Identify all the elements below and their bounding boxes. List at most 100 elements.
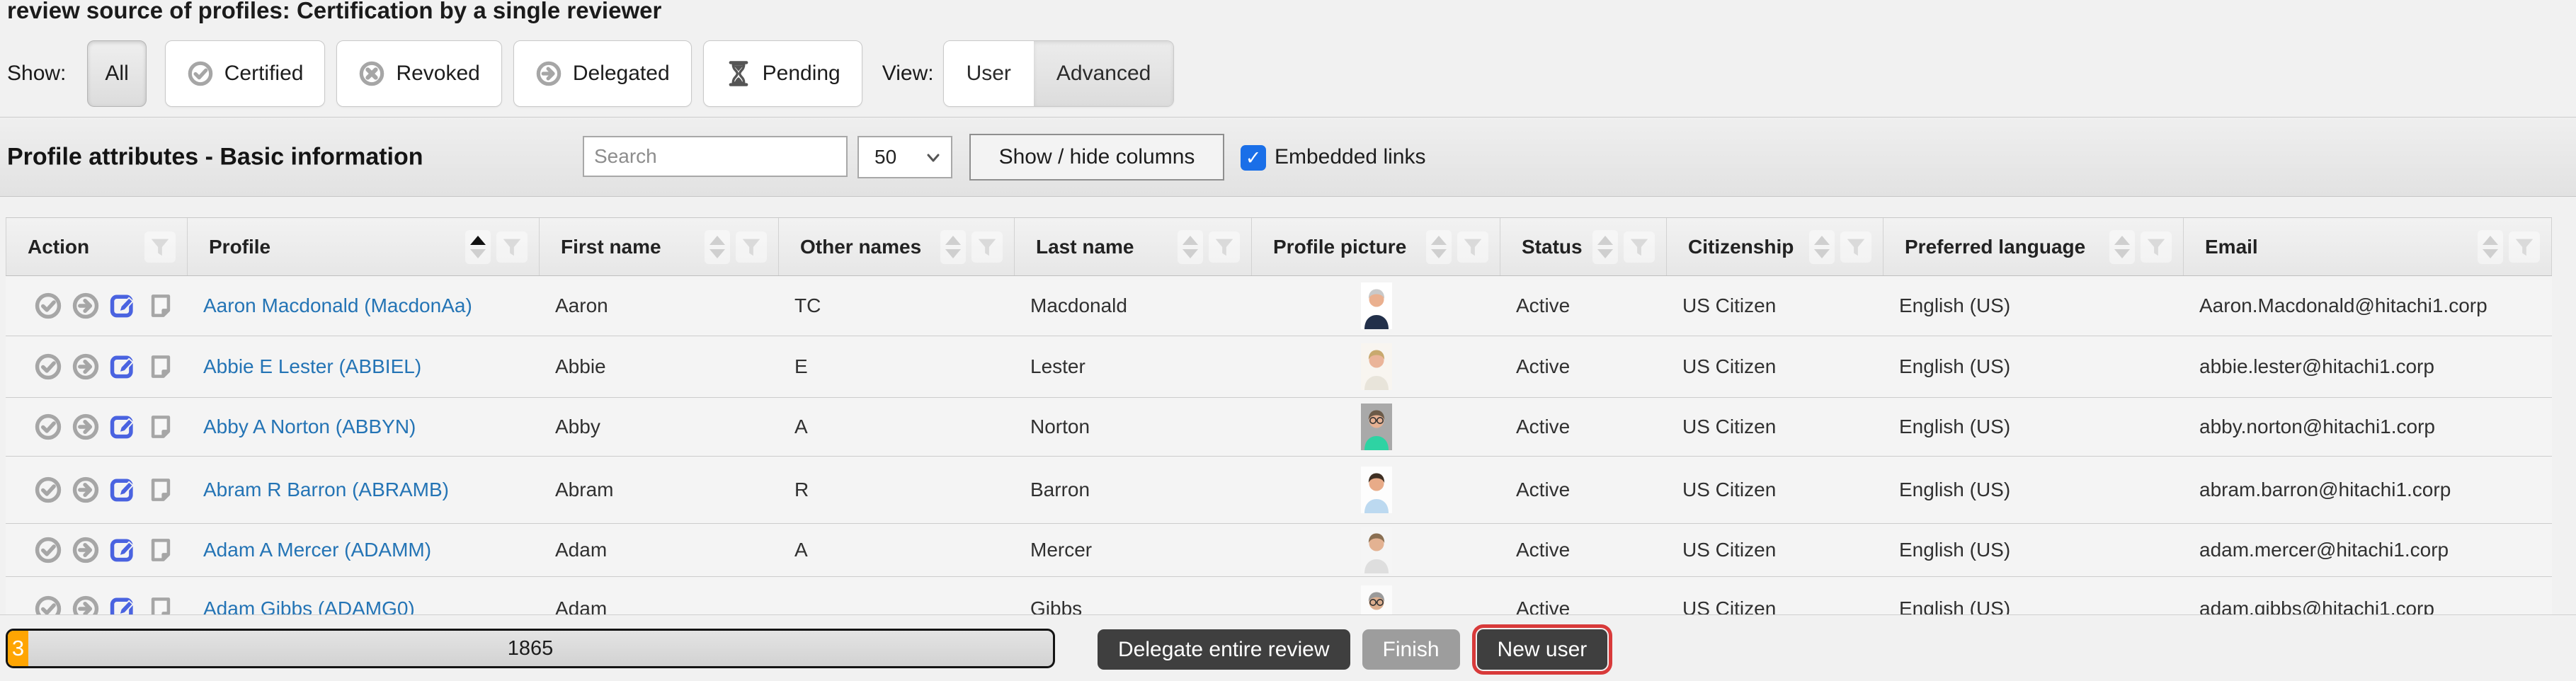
progress-done-segment: 3	[8, 631, 28, 666]
email-value: abby.norton@hitachi1.corp	[2199, 416, 2435, 438]
certify-icon[interactable]	[34, 353, 62, 381]
sort-toggle-icon[interactable]	[1426, 230, 1452, 264]
view-advanced-button[interactable]: Advanced	[1034, 41, 1173, 106]
new-user-button[interactable]: New user	[1477, 629, 1608, 670]
sort-toggle-icon[interactable]	[1809, 230, 1835, 264]
footer-buttons: Delegate entire review Finish New user	[1098, 629, 1607, 670]
page-size-value: 50	[874, 146, 896, 168]
action-cell	[6, 524, 188, 576]
filter-funnel-icon[interactable]	[971, 231, 1003, 263]
sort-toggle-icon[interactable]	[465, 230, 491, 264]
x-circle-icon	[358, 60, 385, 87]
filter-funnel-icon[interactable]	[2141, 231, 2172, 263]
sort-toggle-icon[interactable]	[940, 230, 966, 264]
page-size-select[interactable]: 50	[857, 136, 952, 178]
last-value: Lester	[1030, 355, 1085, 378]
edit-icon[interactable]	[109, 413, 137, 441]
column-header-first-name[interactable]: First name	[540, 218, 779, 275]
filter-certified-button[interactable]: Certified	[165, 40, 326, 107]
column-header-status[interactable]: Status	[1500, 218, 1667, 275]
column-header-profile[interactable]: Profile	[188, 218, 540, 275]
status-cell: Active	[1500, 398, 1667, 456]
filter-delegated-button[interactable]: Delegated	[513, 40, 692, 107]
language-value: English (US)	[1899, 539, 2010, 561]
last-value: Norton	[1030, 416, 1090, 438]
profile-link[interactable]: Abby A Norton (ABBYN)	[203, 416, 416, 438]
sort-toggle-icon[interactable]	[1178, 230, 1203, 264]
embedded-links-checkbox[interactable]	[1241, 145, 1266, 171]
profile-link[interactable]: Aaron Macdonald (MacdonAa)	[203, 294, 472, 317]
note-icon[interactable]	[147, 413, 175, 441]
certify-icon[interactable]	[34, 413, 62, 441]
column-header-email[interactable]: Email	[2184, 218, 2552, 275]
certify-icon[interactable]	[34, 292, 62, 320]
status-cell: Active	[1500, 524, 1667, 576]
show-hide-columns-button[interactable]: Show / hide columns	[969, 134, 1224, 181]
certify-icon[interactable]	[34, 476, 62, 504]
edit-icon[interactable]	[109, 353, 137, 381]
filter-funnel-icon[interactable]	[736, 231, 767, 263]
last-cell: Lester	[1015, 336, 1252, 397]
edit-icon[interactable]	[109, 536, 137, 564]
filter-funnel-icon[interactable]	[144, 231, 176, 263]
column-header-action[interactable]: Action	[6, 218, 188, 275]
status-cell: Active	[1500, 276, 1667, 336]
sort-toggle-icon[interactable]	[2109, 230, 2135, 264]
filter-bar: Show: AllCertifiedRevokedDelegatedPendin…	[0, 34, 1174, 113]
column-header-other-names[interactable]: Other names	[779, 218, 1015, 275]
sort-toggle-icon[interactable]	[705, 230, 730, 264]
view-user-button[interactable]: User	[944, 41, 1034, 106]
table-toolbar: Profile attributes - Basic information 5…	[0, 117, 2576, 197]
language-cell: English (US)	[1883, 336, 2184, 397]
delegate-icon[interactable]	[72, 413, 100, 441]
column-header-profile-picture[interactable]: Profile picture	[1252, 218, 1500, 275]
filter-funnel-icon[interactable]	[1624, 231, 1655, 263]
filter-funnel-icon[interactable]	[1457, 231, 1488, 263]
profile-link[interactable]: Abram R Barron (ABRAMB)	[203, 479, 449, 501]
delegate-icon[interactable]	[72, 353, 100, 381]
note-icon[interactable]	[147, 536, 175, 564]
action-cell	[6, 336, 188, 397]
avatar	[1361, 527, 1392, 573]
email-value: abbie.lester@hitachi1.corp	[2199, 355, 2434, 378]
column-header-last-name[interactable]: Last name	[1015, 218, 1252, 275]
status-value: Active	[1516, 539, 1570, 561]
table-body: Aaron Macdonald (MacdonAa) Aaron TC Macd…	[6, 276, 2552, 641]
email-value: abram.barron@hitachi1.corp	[2199, 479, 2451, 501]
delegate-icon[interactable]	[72, 292, 100, 320]
profile-link[interactable]: Adam A Mercer (ADAMM)	[203, 539, 431, 561]
delegate-icon[interactable]	[72, 476, 100, 504]
filter-revoked-button[interactable]: Revoked	[336, 40, 501, 107]
column-label: Profile	[209, 236, 270, 258]
certify-icon[interactable]	[34, 536, 62, 564]
edit-icon[interactable]	[109, 476, 137, 504]
column-header-citizenship[interactable]: Citizenship	[1667, 218, 1883, 275]
sort-toggle-icon[interactable]	[1592, 230, 1618, 264]
delegate-entire-review-button[interactable]: Delegate entire review	[1098, 629, 1350, 670]
filter-all-button[interactable]: All	[87, 40, 146, 107]
status-cell: Active	[1500, 457, 1667, 523]
note-icon[interactable]	[147, 353, 175, 381]
first-value: Adam	[555, 539, 607, 561]
note-icon[interactable]	[147, 292, 175, 320]
edit-icon[interactable]	[109, 292, 137, 320]
footer-bar: 1865 3 Delegate entire review Finish New u…	[0, 614, 2576, 681]
profiles-table: Action Profile First name Other names La…	[6, 217, 2552, 641]
filter-funnel-icon[interactable]	[2509, 231, 2540, 263]
status-value: Active	[1516, 294, 1570, 317]
finish-button[interactable]: Finish	[1362, 629, 1460, 670]
filter-funnel-icon[interactable]	[1209, 231, 1240, 263]
progress-total: 1865	[8, 631, 1053, 666]
sort-toggle-icon[interactable]	[2478, 230, 2503, 264]
filter-funnel-icon[interactable]	[1840, 231, 1871, 263]
column-header-preferred-language[interactable]: Preferred language	[1883, 218, 2184, 275]
embedded-links-label: Embedded links	[1275, 145, 1425, 169]
filter-funnel-icon[interactable]	[496, 231, 528, 263]
filter-button-label: Pending	[763, 62, 840, 86]
email-cell: abbie.lester@hitachi1.corp	[2184, 336, 2552, 397]
profile-link[interactable]: Abbie E Lester (ABBIEL)	[203, 355, 421, 378]
search-input[interactable]	[583, 136, 848, 177]
delegate-icon[interactable]	[72, 536, 100, 564]
filter-pending-button[interactable]: Pending	[703, 40, 862, 107]
note-icon[interactable]	[147, 476, 175, 504]
